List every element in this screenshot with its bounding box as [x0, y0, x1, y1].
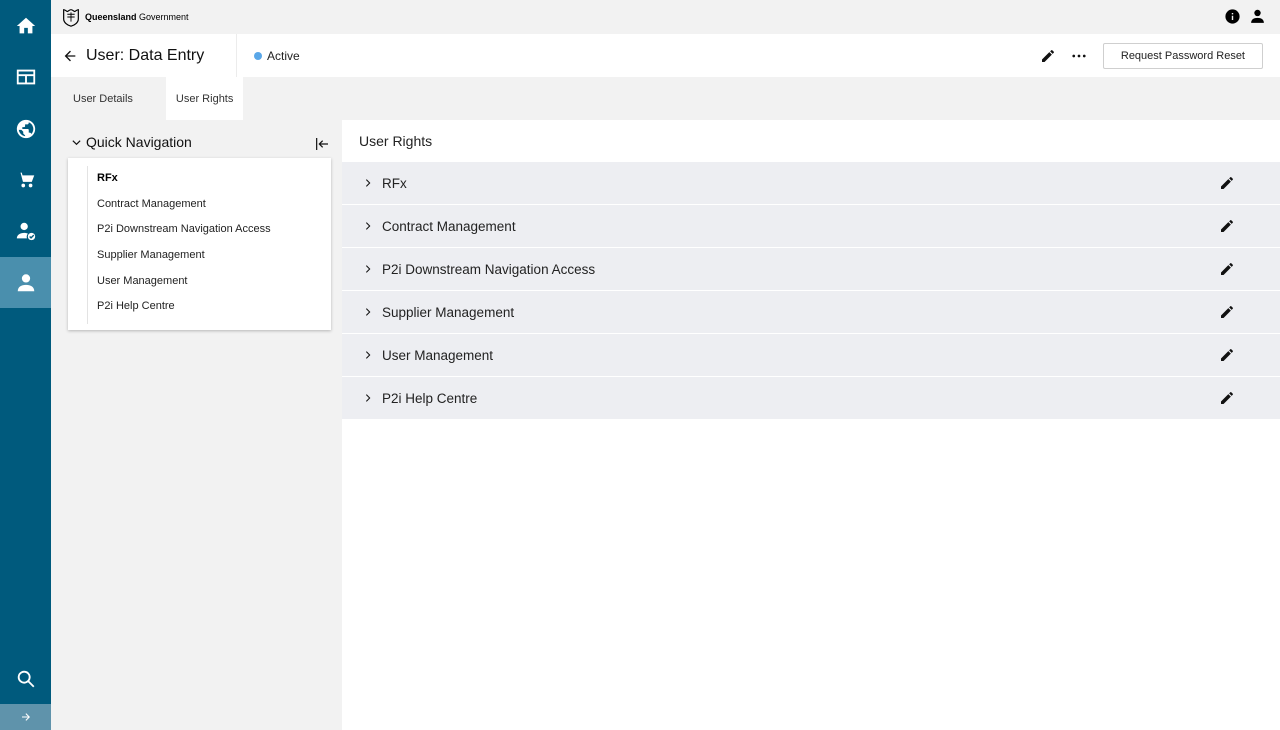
edit-icon[interactable] [1040, 48, 1056, 64]
rail-expand-button[interactable] [0, 704, 51, 730]
chevron-right-icon [365, 179, 371, 187]
title-area: User: Data Entry [51, 34, 237, 77]
section-label: RFx [382, 175, 407, 191]
section-row-supplier-management[interactable]: Supplier Management [342, 291, 1280, 333]
user-check-icon [16, 222, 35, 240]
home-icon [16, 17, 35, 33]
rail-cart[interactable] [0, 154, 51, 205]
quick-nav-item-rfx[interactable]: RFx [88, 166, 271, 192]
expand-arrow-icon [21, 713, 30, 721]
rail-dashboard[interactable] [0, 51, 51, 102]
edit-icon[interactable] [1219, 304, 1235, 320]
chevron-right-icon [365, 308, 371, 316]
rail-user-check[interactable] [0, 205, 51, 256]
rail-globe[interactable] [0, 103, 51, 154]
quick-navigation-panel: RFx Contract Management P2i Downstream N… [68, 158, 331, 330]
user-icon [17, 273, 34, 291]
search-icon [17, 670, 34, 687]
section-row-contract-management[interactable]: Contract Management [342, 205, 1280, 247]
quick-nav-item-contract-management[interactable]: Contract Management [88, 192, 271, 218]
section-label: User Management [382, 347, 494, 363]
status-label: Active [267, 48, 300, 63]
section-label: Supplier Management [382, 304, 515, 320]
dashboard-icon [16, 69, 35, 84]
edit-icon[interactable] [1219, 347, 1235, 363]
quick-navigation: Quick Navigation RFx Contract Management… [51, 120, 342, 730]
tab-bar: User Details User Rights [51, 77, 1280, 120]
section-row-user-management[interactable]: User Management [342, 334, 1280, 376]
header-actions: Request Password Reset [1040, 34, 1263, 77]
chevron-right-icon [365, 222, 371, 230]
back-arrow-icon[interactable] [62, 48, 78, 64]
rail-user[interactable] [0, 257, 51, 308]
edit-icon[interactable] [1219, 175, 1235, 191]
brand-logo[interactable]: Queensland Government [60, 6, 189, 28]
quick-nav-item-supplier-management[interactable]: Supplier Management [88, 243, 271, 269]
page-title: User: Data Entry [86, 46, 205, 64]
quick-nav-item-user-management[interactable]: User Management [88, 269, 271, 295]
rail-home[interactable] [0, 0, 51, 51]
status-dot [254, 51, 262, 60]
quick-navigation-toggle[interactable]: Quick Navigation [71, 134, 192, 150]
status-badge: Active [254, 34, 300, 77]
edit-icon[interactable] [1219, 261, 1235, 277]
top-bar: Queensland Government [51, 0, 1280, 34]
top-icons [1224, 8, 1266, 25]
cart-icon [17, 172, 34, 187]
quick-navigation-list: RFx Contract Management P2i Downstream N… [87, 166, 271, 324]
user-rights-panel: User Rights RFx Contract Management P2i … [342, 120, 1280, 730]
chevron-right-icon [365, 265, 371, 273]
section-row-rfx[interactable]: RFx [342, 162, 1280, 204]
rights-sections: RFx Contract Management P2i Downstream N… [342, 162, 1280, 420]
tab-user-details[interactable]: User Details [51, 77, 166, 120]
account-icon[interactable] [1249, 8, 1266, 25]
section-label: Contract Management [382, 218, 516, 234]
edit-icon[interactable] [1219, 390, 1235, 406]
quick-navigation-title: Quick Navigation [86, 134, 192, 150]
chevron-right-icon [365, 394, 371, 402]
info-icon[interactable] [1224, 8, 1241, 25]
edit-icon[interactable] [1219, 218, 1235, 234]
section-title: User Rights [359, 133, 433, 149]
quick-nav-item-p2i-downstream[interactable]: P2i Downstream Navigation Access [88, 217, 271, 243]
globe-icon [16, 119, 35, 138]
section-label: P2i Help Centre [382, 390, 478, 406]
quick-nav-item-help-centre[interactable]: P2i Help Centre [88, 294, 271, 320]
section-row-p2i-downstream[interactable]: P2i Downstream Navigation Access [342, 248, 1280, 290]
chevron-right-icon [365, 351, 371, 359]
brand-name: Queensland Government [85, 12, 189, 22]
left-rail [0, 0, 51, 730]
collapse-panel-icon[interactable] [314, 136, 330, 152]
more-options-icon[interactable] [1070, 47, 1088, 65]
page-header: User: Data Entry Active Request Password… [51, 34, 1280, 77]
rail-search[interactable] [0, 653, 51, 704]
crest-icon [63, 9, 79, 27]
chevron-down-icon [72, 139, 81, 145]
section-label: P2i Downstream Navigation Access [382, 261, 596, 277]
tab-user-rights[interactable]: User Rights [165, 77, 244, 120]
request-password-reset-button[interactable]: Request Password Reset [1102, 42, 1263, 69]
section-row-help-centre[interactable]: P2i Help Centre [342, 377, 1280, 419]
